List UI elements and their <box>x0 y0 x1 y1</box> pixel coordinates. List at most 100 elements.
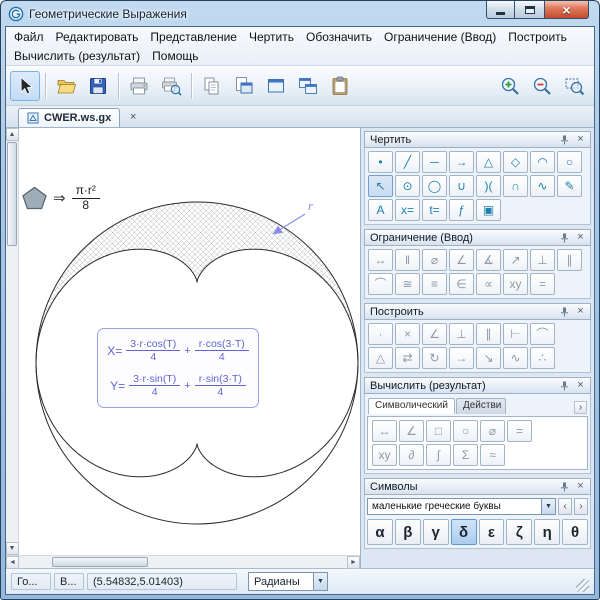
minimize-button[interactable] <box>486 1 515 19</box>
scroll-left-button[interactable]: ◄ <box>6 556 19 569</box>
scroll-right-button[interactable]: ► <box>347 556 360 569</box>
paste-button[interactable] <box>229 71 259 101</box>
menu-file[interactable]: Файл <box>8 28 50 46</box>
constraint-expression-button[interactable]: = <box>530 273 555 295</box>
trace-button[interactable]: ∴ <box>530 347 555 369</box>
close-panel-button[interactable]: × <box>574 480 587 493</box>
menu-draw[interactable]: Чертить <box>243 28 300 46</box>
menu-edit[interactable]: Редактировать <box>50 28 145 46</box>
circle-button[interactable]: ○ <box>557 151 582 173</box>
radius-button[interactable]: ⌀ <box>422 249 447 271</box>
coordinates-button[interactable]: xy <box>372 444 397 466</box>
function-button[interactable]: ƒ <box>449 199 474 221</box>
equation-button[interactable]: = <box>507 420 532 442</box>
symbol-button-3[interactable]: γ <box>423 519 449 545</box>
vertical-scroll-thumb[interactable] <box>7 142 17 246</box>
vertical-scrollbar[interactable]: ▲ ▼ <box>6 128 19 555</box>
intersection-button[interactable]: × <box>395 323 420 345</box>
menu-help[interactable]: Помощь <box>146 47 204 65</box>
symbol-button-8[interactable]: θ <box>562 519 588 545</box>
integral-button[interactable]: ∫ <box>426 444 451 466</box>
scroll-up-button[interactable]: ▲ <box>6 128 19 141</box>
derivative-button[interactable]: ∂ <box>399 444 424 466</box>
symbol-button-5[interactable]: ε <box>479 519 505 545</box>
document-tab[interactable]: CWER.ws.gx <box>18 108 120 127</box>
picture-button[interactable]: ▣ <box>476 199 501 221</box>
dilation-button[interactable]: ↘ <box>476 347 501 369</box>
tab-real[interactable]: Действи <box>456 398 506 414</box>
menu-view[interactable]: Представление <box>144 28 243 46</box>
new-window-button[interactable] <box>261 71 291 101</box>
close-panel-button[interactable]: × <box>574 379 587 392</box>
arc-button[interactable]: ◠ <box>530 151 555 173</box>
pin-button[interactable] <box>558 305 571 318</box>
pin-button[interactable] <box>558 231 571 244</box>
approximation-button[interactable]: ≈ <box>480 444 505 466</box>
close-panel-button[interactable]: × <box>574 133 587 146</box>
locus-button[interactable]: ∿ <box>503 347 528 369</box>
circle-3pt-button[interactable]: ◯ <box>422 175 447 197</box>
vector-button[interactable]: → <box>449 151 474 173</box>
text-button[interactable]: A <box>368 199 393 221</box>
conic-button[interactable]: ∩ <box>503 175 528 197</box>
save-button[interactable] <box>83 71 113 101</box>
menu-construct[interactable]: Построить <box>502 28 573 46</box>
select-button[interactable]: ↖ <box>368 175 393 197</box>
translation-button[interactable]: → <box>449 347 474 369</box>
print-preview-button[interactable] <box>156 71 186 101</box>
perpendicular-bisector-button[interactable]: ⊥ <box>449 323 474 345</box>
clipboard-button[interactable] <box>325 71 355 101</box>
perpendicular-button[interactable]: ⊥ <box>530 249 555 271</box>
pin-button[interactable] <box>558 480 571 493</box>
hyperbola-button[interactable]: )( <box>476 175 501 197</box>
next-category-button[interactable]: › <box>574 498 588 515</box>
line-segment-button[interactable]: ╱ <box>395 151 420 173</box>
zoom-window-button[interactable] <box>559 71 589 101</box>
sum-button[interactable]: Σ <box>453 444 478 466</box>
polygon-button[interactable]: △ <box>368 347 393 369</box>
ellipse-button[interactable]: ⊙ <box>395 175 420 197</box>
midpoint-button[interactable]: · <box>368 323 393 345</box>
close-button[interactable]: × <box>544 1 589 19</box>
tab-symbolic[interactable]: Символический <box>368 398 455 414</box>
tab-scroll-button[interactable]: › <box>574 401 587 414</box>
parallel-line-button[interactable]: ∥ <box>476 323 501 345</box>
parametric-equations[interactable]: X= 3·r·cos(T)4 + r·cos(3·T)4 Y= 3·r·sin(… <box>97 328 259 408</box>
drawing-canvas[interactable]: r ⇒ π·r²8 X= 3·r·cos(T)4 + <box>6 128 361 568</box>
open-button[interactable] <box>51 71 81 101</box>
horizontal-scrollbar[interactable]: ◄ ► <box>6 555 360 568</box>
angle-bisector-button[interactable]: ∠ <box>422 323 447 345</box>
copy-button[interactable] <box>197 71 227 101</box>
parallel-button[interactable]: ∥ <box>557 249 582 271</box>
angle-button[interactable]: ∠ <box>399 420 424 442</box>
length-button[interactable]: ‖ <box>395 249 420 271</box>
area-result-annotation[interactable]: ⇒ π·r²8 <box>22 184 100 213</box>
area-button[interactable]: □ <box>426 420 451 442</box>
pin-button[interactable] <box>558 379 571 392</box>
parabola-button[interactable]: ∪ <box>449 175 474 197</box>
menu-constrain[interactable]: Ограничение (Ввод) <box>378 28 502 46</box>
symbol-button-6[interactable]: ζ <box>506 519 532 545</box>
coincident-button[interactable]: ≡ <box>422 273 447 295</box>
zoom-in-button[interactable] <box>495 71 525 101</box>
slope-button[interactable]: ∡ <box>476 249 501 271</box>
prev-category-button[interactable]: ‹ <box>558 498 572 515</box>
distance-button[interactable]: ↔ <box>372 420 397 442</box>
symbol-button-2[interactable]: β <box>395 519 421 545</box>
pin-button[interactable] <box>558 133 571 146</box>
pen-button[interactable]: ✎ <box>557 175 582 197</box>
tangent-line-button[interactable]: ⌒ <box>530 323 555 345</box>
scroll-down-button[interactable]: ▼ <box>6 542 19 555</box>
close-panel-button[interactable]: × <box>574 231 587 244</box>
distance-button[interactable]: ↔ <box>368 249 393 271</box>
expression-button[interactable]: x= <box>395 199 420 221</box>
curve-button[interactable]: ∿ <box>530 175 555 197</box>
point-button[interactable]: • <box>368 151 393 173</box>
resize-grip[interactable] <box>576 579 589 592</box>
print-button[interactable] <box>124 71 154 101</box>
infinite-line-button[interactable]: ─ <box>422 151 447 173</box>
symbol-button-4[interactable]: δ <box>451 519 477 545</box>
menu-annotate[interactable]: Обозначить <box>300 28 378 46</box>
polygon-button[interactable]: △ <box>476 151 501 173</box>
select-button[interactable] <box>10 71 40 101</box>
